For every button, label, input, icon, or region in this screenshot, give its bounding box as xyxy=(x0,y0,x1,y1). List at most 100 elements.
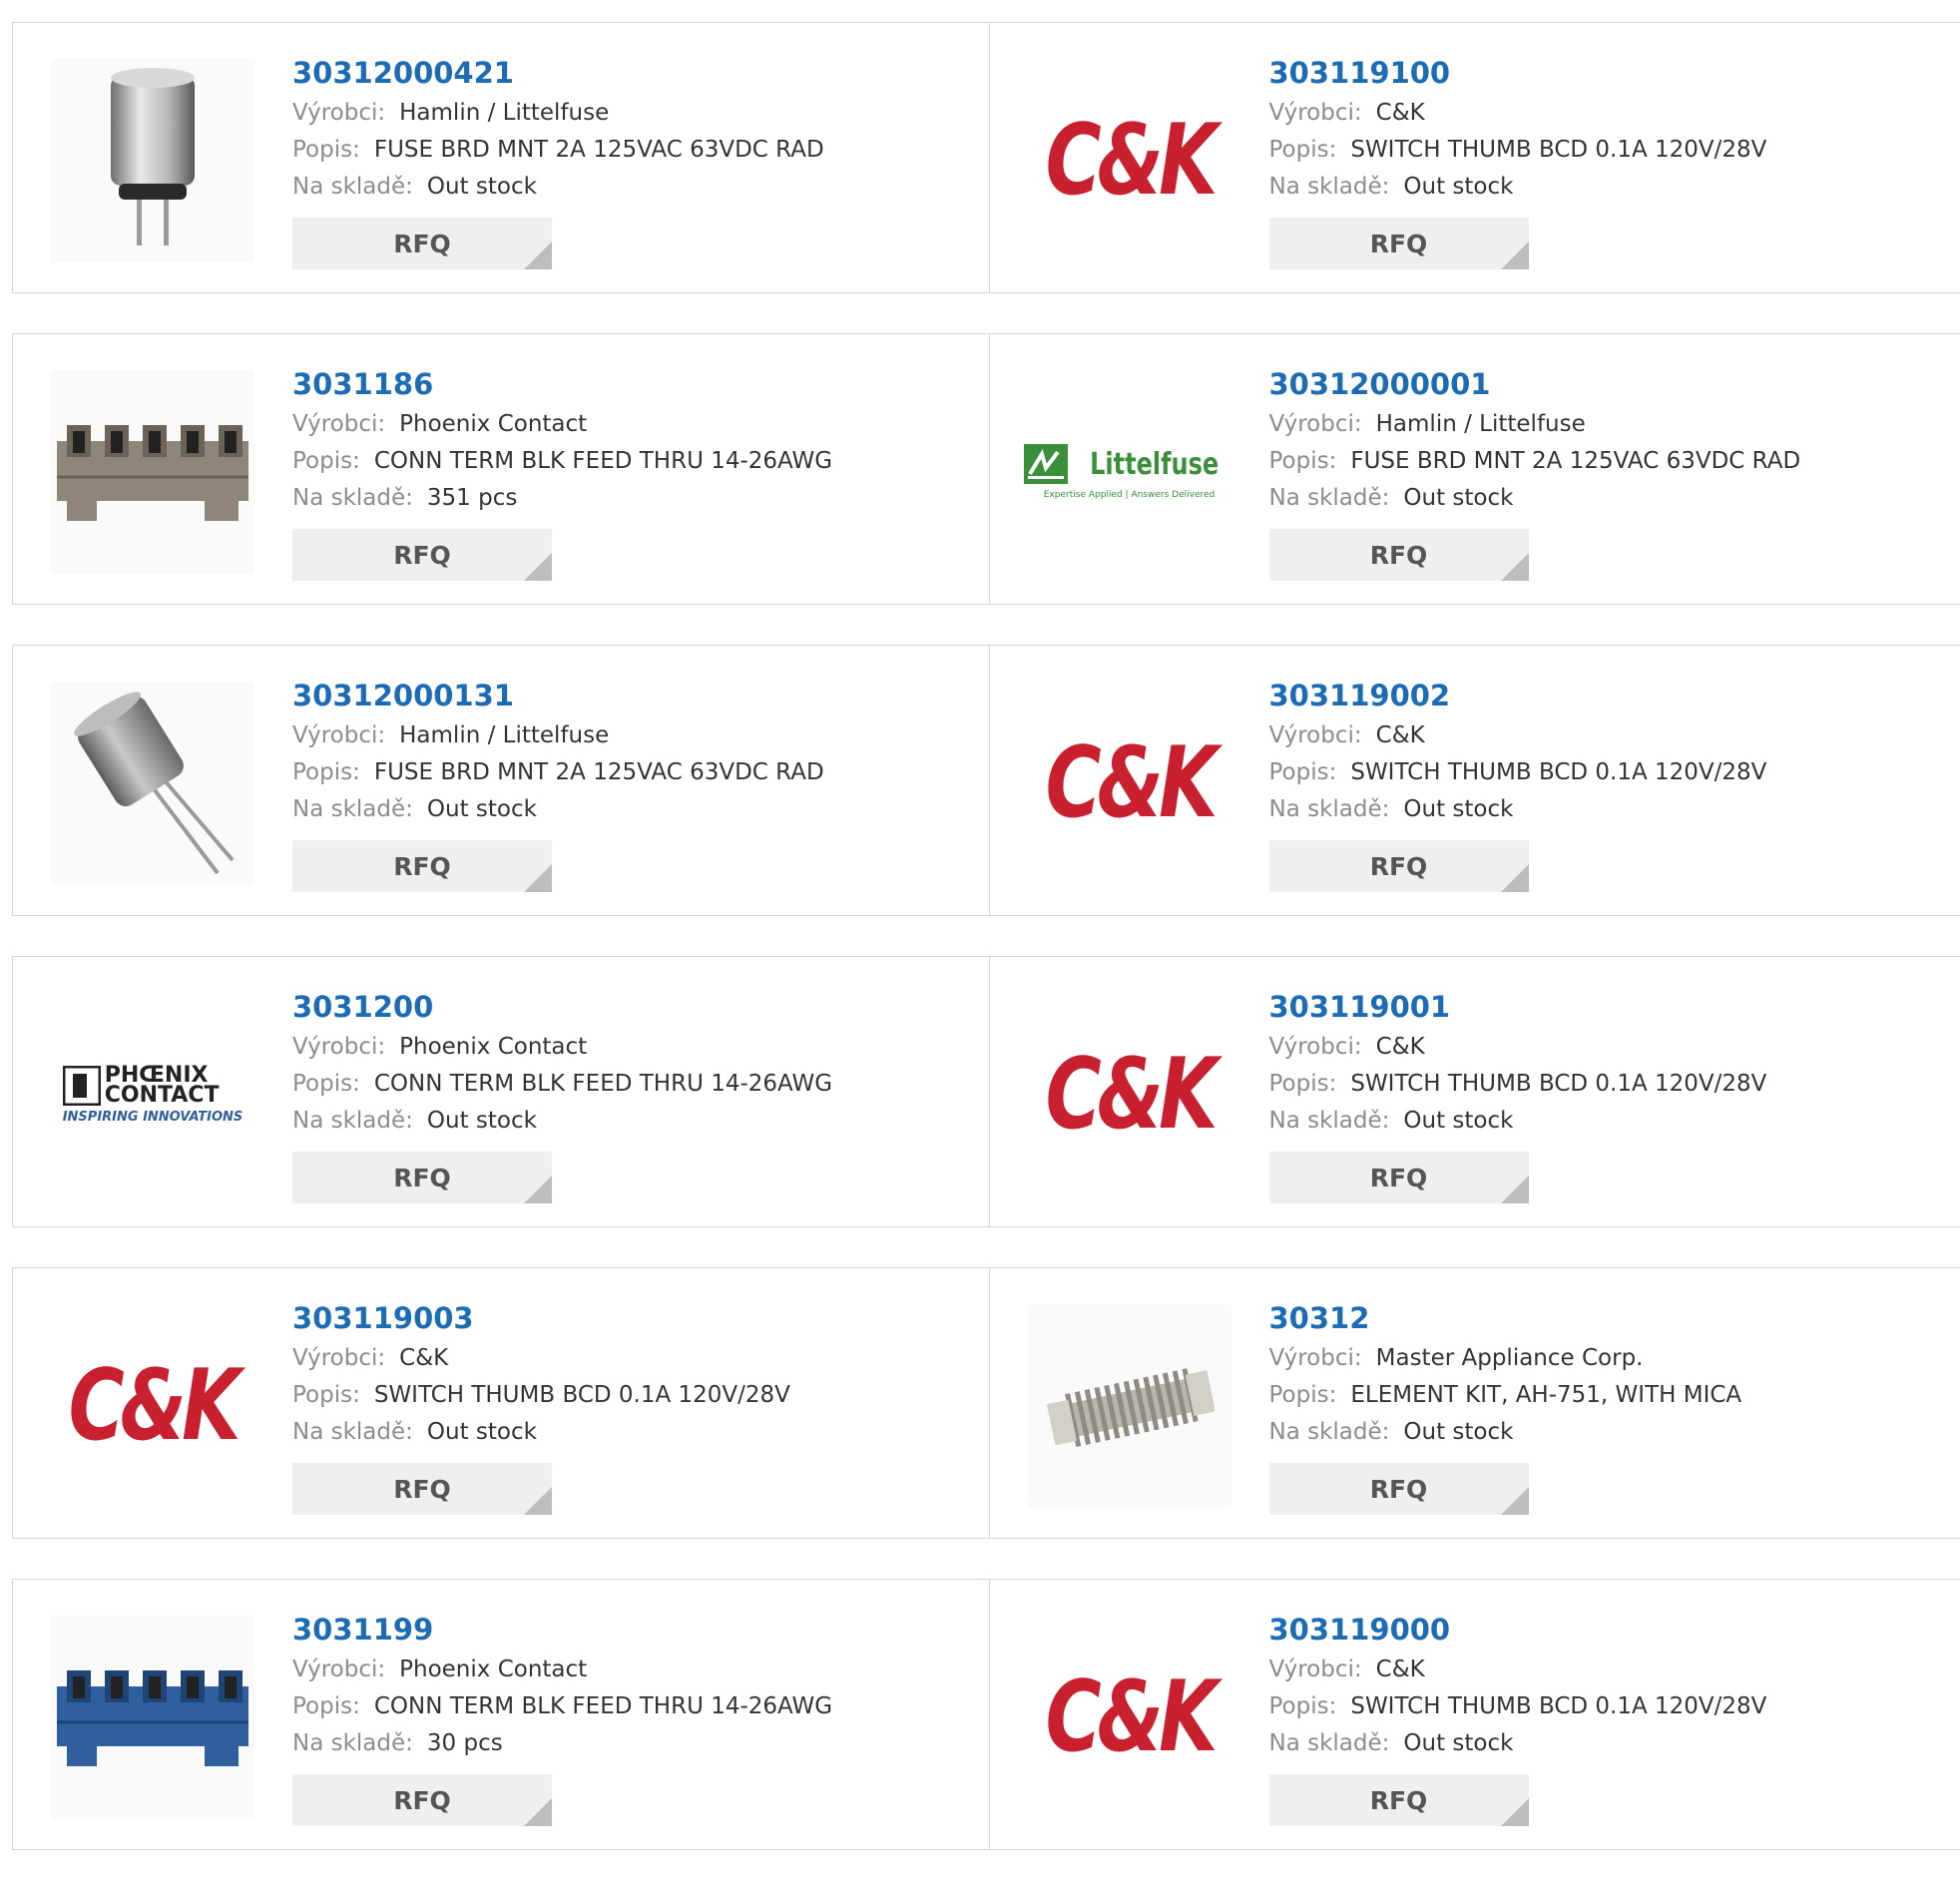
product-card: PHŒNIXCONTACTINSPIRING INNOVATIONS 30312… xyxy=(13,957,989,1226)
rfq-label: RFQ xyxy=(393,1164,451,1192)
manufacturer-line: Výrobci: Hamlin / Littelfuse xyxy=(292,95,824,132)
product-info: 3031199 Výrobci:Phoenix Contact Popis:CO… xyxy=(292,1608,832,1826)
description-value: CONN TERM BLK FEED THRU 14-26AWG xyxy=(374,1693,832,1719)
manufacturer-label: Výrobci: xyxy=(292,100,385,126)
stock-line: Na skladě:Out stock xyxy=(292,169,824,206)
stock-value: Out stock xyxy=(427,174,537,200)
corner-triangle-icon xyxy=(524,553,552,581)
stock-value: Out stock xyxy=(1403,485,1513,511)
product-image[interactable]: LittelfuseExpertise Applied | Answers De… xyxy=(1028,370,1231,574)
manufacturer-label: Výrobci: xyxy=(1269,722,1362,748)
manufacturer-label: Výrobci: xyxy=(1269,1656,1362,1682)
rfq-button[interactable]: RFQ xyxy=(292,529,552,581)
description-line: Popis: FUSE BRD MNT 2A 125VAC 63VDC RAD xyxy=(1269,443,1801,480)
rfq-label: RFQ xyxy=(393,1475,451,1504)
rfq-button[interactable]: RFQ xyxy=(1269,529,1529,581)
product-info: 30312000421 Výrobci:Hamlin / Littelfuse … xyxy=(292,51,824,269)
product-image[interactable] xyxy=(1028,1304,1231,1508)
rfq-button[interactable]: RFQ xyxy=(1269,1152,1529,1203)
stock-label: Na skladě: xyxy=(1269,174,1390,200)
product-card: 30312 Výrobci:Master Appliance Corp. Pop… xyxy=(989,1268,1960,1538)
corner-triangle-icon xyxy=(1501,1798,1529,1826)
stock-line: Na skladě:Out stock xyxy=(292,791,824,828)
stock-label: Na skladě: xyxy=(1269,485,1390,511)
part-number-link[interactable]: 3031186 xyxy=(292,362,832,406)
product-info: 303119003 Výrobci:C&K Popis:SWITCH THUMB… xyxy=(292,1296,790,1515)
part-number-link[interactable]: 3031200 xyxy=(292,985,832,1029)
manufacturer-label: Výrobci: xyxy=(292,722,385,748)
littelfuse-tagline: Expertise Applied | Answers Delivered xyxy=(1024,490,1234,500)
rfq-button[interactable]: RFQ xyxy=(1269,218,1529,269)
product-image[interactable] xyxy=(51,59,254,262)
part-number-link[interactable]: 30312000131 xyxy=(292,674,824,717)
fuse-angled-image xyxy=(68,689,238,878)
rfq-label: RFQ xyxy=(393,1786,451,1815)
manufacturer-value: Hamlin / Littelfuse xyxy=(399,100,609,126)
product-card: LittelfuseExpertise Applied | Answers De… xyxy=(989,334,1960,604)
phoenix-line2: CONTACT xyxy=(105,1086,220,1106)
product-row: PHŒNIXCONTACTINSPIRING INNOVATIONS 30312… xyxy=(12,956,1960,1227)
description-label: Popis: xyxy=(292,759,360,785)
stock-line: Na skladě:Out stock xyxy=(1269,1725,1767,1762)
manufacturer-line: Výrobci:C&K xyxy=(1269,717,1767,754)
stock-line: Na skladě:Out stock xyxy=(292,1414,790,1451)
product-info: 30312000001 Výrobci:Hamlin / Littelfuse … xyxy=(1269,362,1801,581)
stock-label: Na skladě: xyxy=(292,796,413,822)
product-card: C&K 303119000 Výrobci:C&K Popis:SWITCH T… xyxy=(989,1580,1960,1849)
part-number-link[interactable]: 30312000001 xyxy=(1269,362,1801,406)
stock-label: Na skladě: xyxy=(1269,1730,1390,1756)
product-image[interactable] xyxy=(51,1616,254,1819)
littelfuse-mark-icon xyxy=(1024,444,1068,484)
rfq-button[interactable]: RFQ xyxy=(292,1774,552,1826)
stock-label: Na skladě: xyxy=(1269,1108,1390,1134)
product-image[interactable] xyxy=(51,370,254,574)
corner-triangle-icon xyxy=(524,1176,552,1203)
stock-label: Na skladě: xyxy=(292,1419,413,1445)
product-image[interactable]: C&K xyxy=(1028,1616,1231,1819)
description-value: SWITCH THUMB BCD 0.1A 120V/28V xyxy=(374,1382,790,1408)
ck-logo: C&K xyxy=(1046,1660,1214,1774)
description-line: Popis:CONN TERM BLK FEED THRU 14-26AWG xyxy=(292,443,832,480)
part-number-link[interactable]: 303119003 xyxy=(292,1296,790,1340)
description-value: FUSE BRD MNT 2A 125VAC 63VDC RAD xyxy=(1350,448,1800,474)
description-line: Popis:ELEMENT KIT, AH-751, WITH MICA xyxy=(1269,1377,1742,1414)
phoenix-mark-icon xyxy=(63,1066,101,1106)
part-number-link[interactable]: 30312000421 xyxy=(292,51,824,95)
product-image[interactable]: C&K xyxy=(1028,682,1231,885)
corner-triangle-icon xyxy=(524,1487,552,1515)
rfq-button[interactable]: RFQ xyxy=(292,840,552,892)
product-card: 30312000131 Výrobci:Hamlin / Littelfuse … xyxy=(13,646,989,915)
part-number-link[interactable]: 303119002 xyxy=(1269,674,1767,717)
part-number-link[interactable]: 303119000 xyxy=(1269,1608,1767,1652)
rfq-button[interactable]: RFQ xyxy=(1269,1774,1529,1826)
rfq-button[interactable]: RFQ xyxy=(292,1463,552,1515)
manufacturer-label: Výrobci: xyxy=(1269,1345,1362,1371)
rfq-button[interactable]: RFQ xyxy=(292,218,552,269)
description-label: Popis: xyxy=(1269,448,1337,474)
part-number-link[interactable]: 3031199 xyxy=(292,1608,832,1652)
part-number-link[interactable]: 303119001 xyxy=(1269,985,1767,1029)
description-line: Popis:SWITCH THUMB BCD 0.1A 120V/28V xyxy=(292,1377,790,1414)
manufacturer-line: Výrobci:C&K xyxy=(1269,1029,1767,1066)
littelfuse-logo: LittelfuseExpertise Applied | Answers De… xyxy=(1024,444,1234,500)
product-info: 303119100 Výrobci:C&K Popis:SWITCH THUMB… xyxy=(1269,51,1767,269)
rfq-button[interactable]: RFQ xyxy=(1269,1463,1529,1515)
stock-value: Out stock xyxy=(1403,1108,1513,1134)
ck-logo: C&K xyxy=(1046,726,1214,840)
product-info: 303119000 Výrobci:C&K Popis:SWITCH THUMB… xyxy=(1269,1608,1767,1826)
part-number-link[interactable]: 303119100 xyxy=(1269,51,1767,95)
rfq-button[interactable]: RFQ xyxy=(292,1152,552,1203)
phoenix-contact-logo: PHŒNIXCONTACTINSPIRING INNOVATIONS xyxy=(63,1066,244,1125)
product-image[interactable]: C&K xyxy=(51,1304,254,1508)
product-image[interactable]: C&K xyxy=(1028,993,1231,1196)
rfq-button[interactable]: RFQ xyxy=(1269,840,1529,892)
product-image[interactable]: PHŒNIXCONTACTINSPIRING INNOVATIONS xyxy=(51,993,254,1196)
product-image[interactable]: C&K xyxy=(1028,59,1231,262)
corner-triangle-icon xyxy=(524,1798,552,1826)
product-info: 3031200 Výrobci:Phoenix Contact Popis:CO… xyxy=(292,985,832,1203)
product-info: 303119001 Výrobci:C&K Popis:SWITCH THUMB… xyxy=(1269,985,1767,1203)
manufacturer-label: Výrobci: xyxy=(1269,1034,1362,1060)
product-image[interactable] xyxy=(51,682,254,885)
part-number-link[interactable]: 30312 xyxy=(1269,1296,1742,1340)
stock-line: Na skladě:351 pcs xyxy=(292,480,832,517)
